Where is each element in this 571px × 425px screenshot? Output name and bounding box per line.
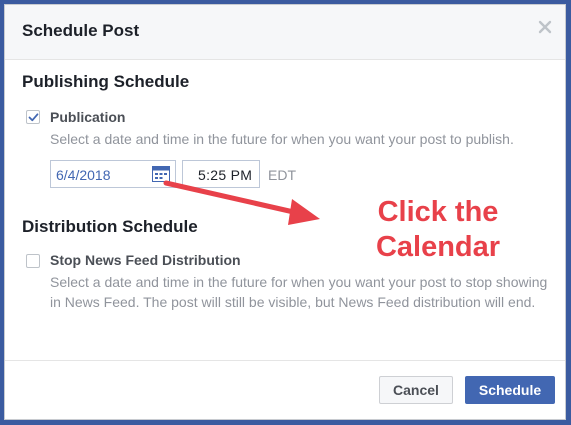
stop-news-feed-checkbox[interactable]	[26, 254, 40, 268]
publication-help-text: Select a date and time in the future for…	[50, 131, 514, 147]
publication-label: Publication	[50, 109, 126, 125]
annotation-text: Click the Calendar	[363, 195, 513, 265]
annotation-line-2: Calendar	[375, 231, 501, 263]
stop-news-feed-label: Stop News Feed Distribution	[50, 252, 241, 268]
schedule-post-dialog: Schedule Post Publishing Schedule Public…	[4, 4, 566, 420]
annotation-line-1: Click the	[377, 196, 499, 228]
publication-checkbox[interactable]	[26, 110, 40, 124]
schedule-button[interactable]: Schedule	[465, 376, 555, 404]
dialog-header: Schedule Post	[5, 5, 565, 60]
dialog-footer: Cancel Schedule	[5, 360, 565, 419]
dialog-title: Schedule Post	[22, 21, 140, 40]
publish-date-value: 6/4/2018	[56, 167, 111, 183]
close-icon[interactable]	[537, 19, 553, 35]
publishing-schedule-title: Publishing Schedule	[22, 72, 190, 91]
distribution-schedule-title: Distribution Schedule	[22, 217, 198, 236]
cancel-button[interactable]: Cancel	[379, 376, 453, 404]
distribution-help-text: Select a date and time in the future for…	[50, 274, 548, 310]
publish-date-field[interactable]: 6/4/2018	[50, 160, 176, 188]
